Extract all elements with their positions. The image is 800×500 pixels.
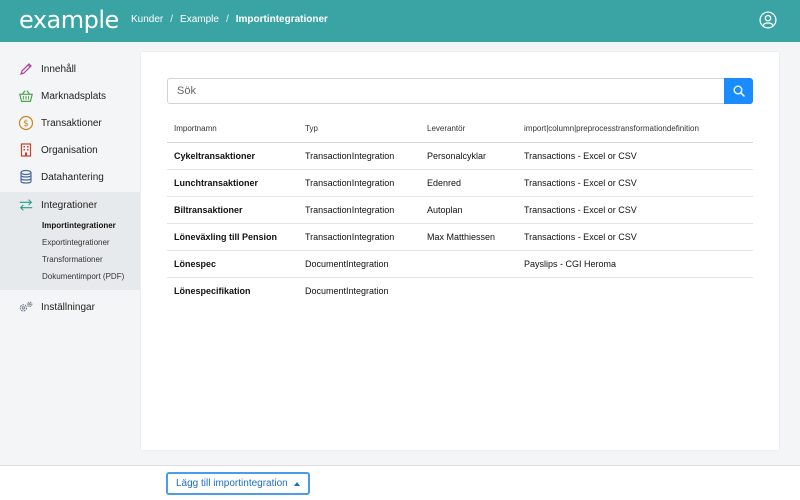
sidebar-group-integrationer: Integrationer Importintegrationer Export… (0, 192, 140, 290)
cell-transformation: Transactions - Excel or CSV (517, 142, 753, 170)
column-header-importnamn[interactable]: Importnamn (167, 116, 298, 143)
database-icon (18, 169, 34, 185)
add-import-integration-button[interactable]: Lägg till importintegration (166, 472, 310, 495)
sidebar-item-label: Inställningar (41, 301, 95, 313)
table-row[interactable]: Lunchtransaktioner TransactionIntegratio… (167, 169, 753, 197)
sidebar-item-installningar[interactable]: Inställningar (0, 294, 140, 320)
sidebar: Innehåll Marknadsplats $ Transaktioner O… (0, 42, 140, 465)
cell-supplier (420, 250, 517, 278)
sidebar-item-label: Innehåll (41, 63, 77, 75)
cell-type: TransactionIntegration (298, 169, 420, 197)
column-header-typ[interactable]: Typ (298, 116, 420, 143)
cell-transformation: Payslips - CGI Heroma (517, 250, 753, 278)
breadcrumb-current: Importintegrationer (235, 14, 328, 25)
search-input[interactable] (167, 78, 724, 104)
cell-name[interactable]: Lönespec (167, 250, 298, 278)
cell-name[interactable]: Biltransaktioner (167, 196, 298, 224)
cell-transformation (517, 277, 753, 304)
sidebar-item-organisation[interactable]: Organisation (0, 137, 140, 163)
user-account-icon[interactable] (759, 11, 777, 29)
cell-name[interactable]: Löneväxling till Pension (167, 223, 298, 251)
breadcrumb: Kunder / Example / Importintegrationer (131, 14, 328, 25)
sidebar-subitem-dokumentimport[interactable]: Dokumentimport (PDF) (42, 272, 124, 281)
bottom-action-bar: Lägg till importintegration (0, 465, 800, 500)
cell-type: DocumentIntegration (298, 250, 420, 278)
caret-up-icon (293, 481, 300, 486)
breadcrumb-separator: / (225, 14, 229, 25)
svg-text:$: $ (23, 119, 29, 129)
logo[interactable]: example (19, 6, 119, 34)
cell-type: TransactionIntegration (298, 223, 420, 251)
integrations-table: Importnamn Typ Leverantör import|column|… (167, 116, 753, 304)
breadcrumb-item-example[interactable]: Example (180, 14, 219, 25)
table-row[interactable]: Lönespecifikation DocumentIntegration (167, 277, 753, 304)
sidebar-item-transaktioner[interactable]: $ Transaktioner (0, 110, 140, 136)
search-icon (733, 85, 745, 97)
table-row[interactable]: Löneväxling till Pension TransactionInte… (167, 223, 753, 251)
cell-supplier: Personalcyklar (420, 142, 517, 170)
sidebar-item-label: Marknadsplats (41, 90, 107, 102)
cell-supplier: Autoplan (420, 196, 517, 224)
column-header-transformation[interactable]: import|column|preprocesstransformationde… (517, 116, 753, 143)
table-row[interactable]: Cykeltransaktioner TransactionIntegratio… (167, 142, 753, 170)
sidebar-subitem-importintegrationer[interactable]: Importintegrationer (42, 221, 116, 230)
sidebar-item-label: Datahantering (41, 171, 104, 183)
building-icon (18, 142, 34, 158)
cell-type: DocumentIntegration (305, 285, 389, 296)
cell-supplier (420, 277, 517, 304)
sidebar-item-integrationer[interactable]: Integrationer (0, 192, 140, 218)
table-header-row: Importnamn Typ Leverantör import|column|… (167, 116, 753, 143)
sidebar-item-marknadsplats[interactable]: Marknadsplats (0, 83, 140, 109)
cell-supplier: Edenred (420, 169, 517, 197)
search-button[interactable] (724, 78, 753, 104)
dollar-icon: $ (18, 115, 34, 131)
cell-type: TransactionIntegration (298, 196, 420, 224)
cell-transformation: Transactions - Excel or CSV (517, 169, 753, 197)
cell-name[interactable]: Lönespecifikation (167, 277, 298, 304)
sidebar-item-datahantering[interactable]: Datahantering (0, 164, 140, 190)
arrows-exchange-icon (18, 197, 34, 213)
sidebar-subitem-exportintegrationer[interactable]: Exportintegrationer (42, 238, 110, 247)
sidebar-item-label: Transaktioner (41, 117, 102, 129)
sidebar-item-label: Integrationer (41, 199, 98, 211)
cell-type: TransactionIntegration (298, 142, 420, 170)
cell-name[interactable]: Lunchtransaktioner (167, 169, 298, 197)
basket-icon (18, 88, 34, 104)
cell-supplier: Max Matthiessen (420, 223, 517, 251)
sidebar-item-innehall[interactable]: Innehåll (0, 56, 140, 82)
sidebar-item-label: Organisation (41, 144, 98, 156)
pencil-icon (18, 61, 34, 77)
add-button-label: Lägg till importintegration (176, 478, 288, 489)
cell-transformation: Transactions - Excel or CSV (517, 196, 753, 224)
top-bar: example Kunder / Example / Importintegra… (0, 0, 800, 42)
main-card: Importnamn Typ Leverantör import|column|… (141, 52, 779, 450)
gears-icon (18, 299, 34, 315)
column-header-leverantor[interactable]: Leverantör (420, 116, 517, 143)
table-row[interactable]: Biltransaktioner TransactionIntegration … (167, 196, 753, 224)
breadcrumb-separator: / (170, 14, 174, 25)
breadcrumb-item-kunder[interactable]: Kunder (131, 14, 163, 25)
cell-name[interactable]: Cykeltransaktioner (167, 142, 298, 170)
cell-transformation: Transactions - Excel or CSV (517, 223, 753, 251)
sidebar-subitem-transformationer[interactable]: Transformationer (42, 255, 103, 264)
table-row[interactable]: Lönespec DocumentIntegration Payslips - … (167, 250, 753, 278)
